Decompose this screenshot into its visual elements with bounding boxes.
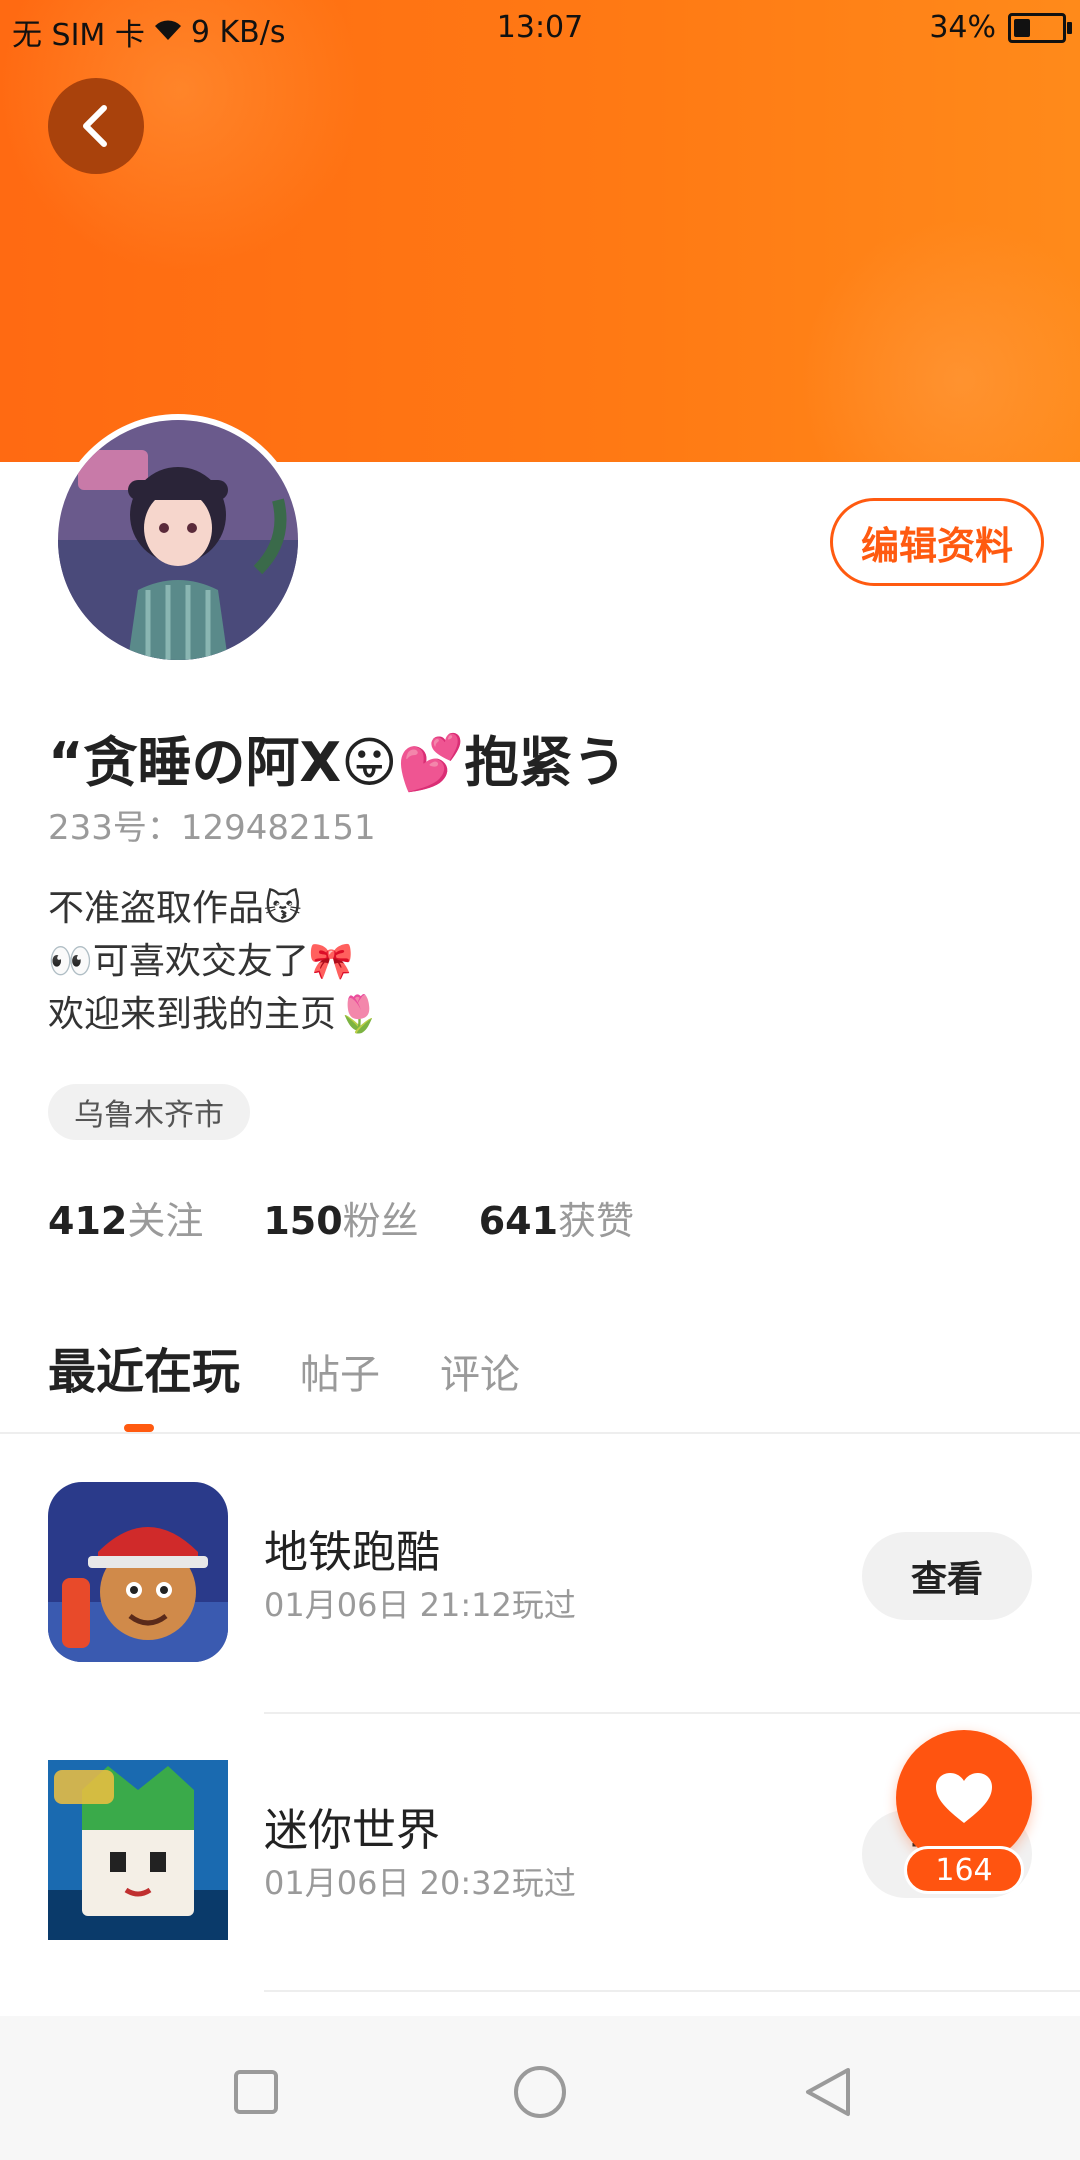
stat-label: 关注	[127, 1199, 204, 1243]
stat-following[interactable]: 412关注	[48, 1190, 203, 1245]
back-button[interactable]	[48, 78, 144, 174]
tab-comments[interactable]: 评论	[440, 1342, 520, 1400]
profile-tabs: 最近在玩 帖子 评论	[48, 1332, 520, 1402]
game-icon-subway-surfers	[48, 1482, 228, 1662]
home-button[interactable]	[512, 2064, 568, 2120]
back-nav-button[interactable]	[800, 2064, 856, 2120]
tab-posts[interactable]: 帖子	[300, 1342, 380, 1400]
chevron-left-icon	[83, 105, 107, 147]
stat-number: 641	[478, 1199, 559, 1243]
square-icon	[234, 2070, 278, 2114]
stat-followers[interactable]: 150粉丝	[263, 1190, 418, 1245]
edit-profile-button[interactable]: 编辑资料	[830, 498, 1044, 586]
bio-line: 欢迎来到我的主页🌷	[48, 994, 381, 1035]
profile-bio: 不准盗取作品😽 👀可喜欢交友了🎀 欢迎来到我的主页🌷	[48, 882, 381, 1041]
clock: 13:07	[496, 10, 584, 45]
stat-number: 150	[263, 1199, 343, 1243]
location-tag: 乌鲁木齐市	[48, 1084, 250, 1140]
battery-percent: 34%	[929, 10, 996, 45]
triangle-back-icon	[806, 2068, 850, 2116]
status-bar: 无 SIM 卡 9 KB/s 13:07 34%	[0, 0, 1080, 56]
game-title: 地铁跑酷	[264, 1527, 440, 1578]
stat-likes[interactable]: 641获赞	[479, 1190, 634, 1245]
game-played-time: 01月06日 20:32玩过	[264, 1864, 576, 1902]
list-item[interactable]: 地铁跑酷 01月06日 21:12玩过 查看	[0, 1436, 1080, 1712]
bio-line: 👀可喜欢交友了🎀	[48, 941, 354, 982]
profile-name: “贪睡の阿X😛💕抱紧う	[48, 731, 627, 794]
active-tab-indicator	[124, 1424, 154, 1432]
like-count-badge: 164	[904, 1846, 1024, 1894]
view-button[interactable]: 查看	[862, 1532, 1032, 1620]
stat-label: 粉丝	[342, 1199, 419, 1243]
heart-icon	[936, 1773, 992, 1823]
avatar[interactable]	[52, 414, 304, 666]
tab-recently-played[interactable]: 最近在玩	[48, 1332, 240, 1402]
profile-id: 233号：129482151	[48, 808, 376, 848]
avatar-image	[58, 420, 298, 660]
system-navigation-bar	[0, 2016, 1080, 2160]
battery-icon	[1008, 12, 1072, 43]
battery-fill	[1014, 18, 1030, 37]
row-divider	[264, 1990, 1080, 1992]
status-right: 34%	[929, 10, 1072, 45]
game-title: 迷你世界	[264, 1805, 440, 1856]
game-played-time: 01月06日 21:12玩过	[264, 1586, 576, 1624]
stat-label: 获赞	[558, 1199, 635, 1243]
stat-number: 412	[48, 1199, 128, 1243]
circle-icon	[514, 2066, 566, 2118]
bio-line: 不准盗取作品😽	[48, 888, 302, 929]
game-icon-mini-world	[48, 1760, 228, 1940]
profile-stats: 412关注 150粉丝 641获赞	[48, 1190, 634, 1245]
tabs-divider	[0, 1432, 1080, 1434]
recent-apps-button[interactable]	[228, 2064, 284, 2120]
profile-header-banner	[0, 0, 1080, 462]
